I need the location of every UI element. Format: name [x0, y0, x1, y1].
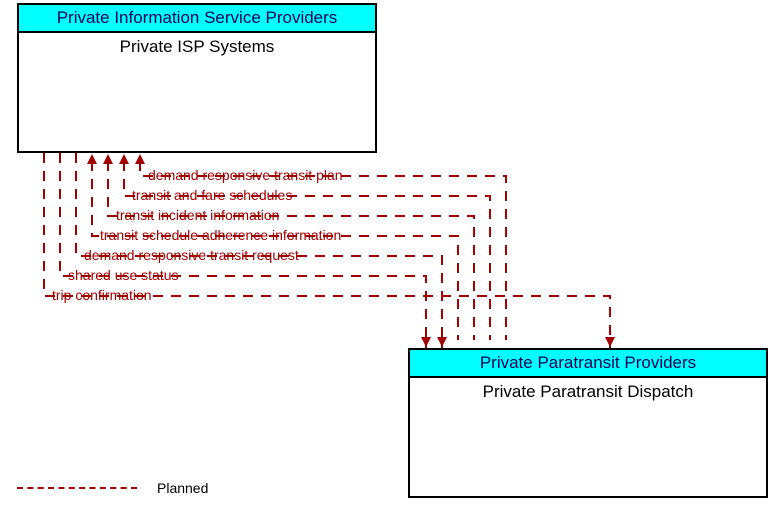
- entity-header-left: Private Information Service Providers: [19, 5, 375, 33]
- legend: Planned: [17, 480, 208, 496]
- flow-label-2: transit incident information: [116, 207, 279, 223]
- legend-label-planned: Planned: [157, 480, 208, 496]
- entity-body-right: Private Paratransit Dispatch: [410, 378, 766, 406]
- flow-label-0: demand responsive transit plan: [148, 167, 343, 183]
- flow-label-4: demand responsive transit request: [84, 247, 299, 263]
- flow-label-5: shared use status: [68, 267, 179, 283]
- entity-box-left: Private Information Service Providers Pr…: [17, 3, 377, 153]
- entity-header-right: Private Paratransit Providers: [410, 350, 766, 378]
- legend-line-planned: [17, 487, 137, 489]
- entity-body-left: Private ISP Systems: [19, 33, 375, 61]
- entity-box-right: Private Paratransit Providers Private Pa…: [408, 348, 768, 498]
- flow-label-3: transit schedule adherence information: [100, 227, 341, 243]
- flow-label-1: transit and fare schedules: [132, 187, 292, 203]
- flow-label-6: trip confirmation: [52, 287, 152, 303]
